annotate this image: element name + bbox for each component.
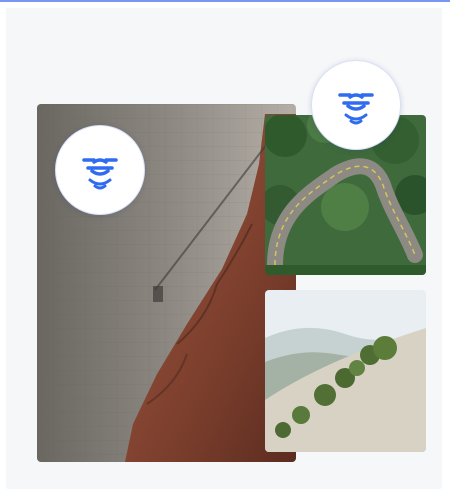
drone-badge-left xyxy=(55,125,145,215)
drone-signal-icon xyxy=(328,77,384,133)
drone-badge-right xyxy=(311,60,401,150)
page xyxy=(0,0,450,499)
hillside-photo xyxy=(265,290,426,452)
hillside-illustration xyxy=(265,290,426,452)
drone-signal-icon xyxy=(72,142,128,198)
top-accent-line xyxy=(0,0,450,2)
